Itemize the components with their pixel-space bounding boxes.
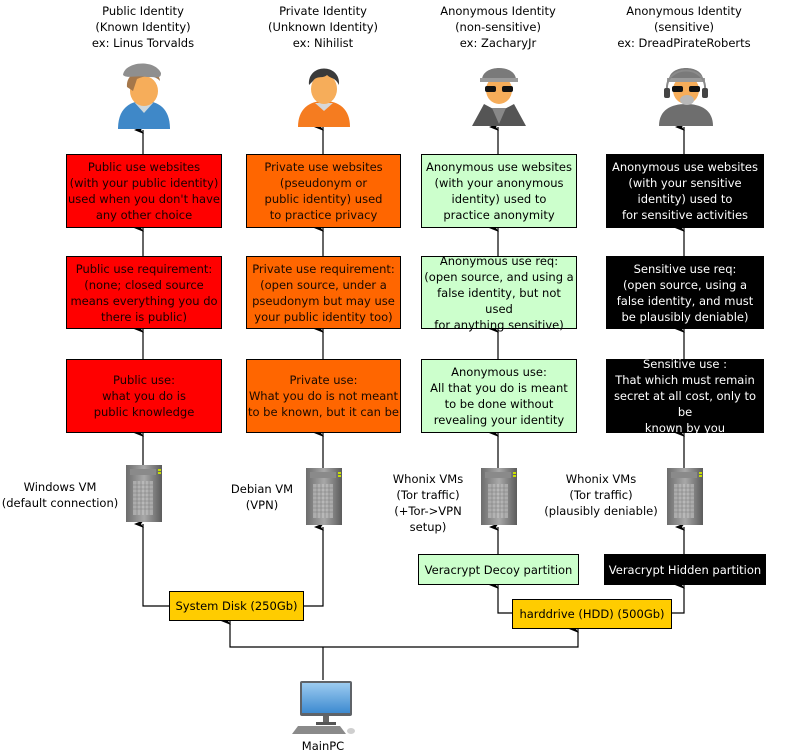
arrow-pc-to-systemdisk: [221, 617, 323, 648]
server-icon-whonix-2: [667, 468, 703, 525]
spy-headset-icon: [659, 68, 713, 126]
user-cap-blue-hoodie-icon: [118, 63, 170, 129]
box-sensitive-websites: Anonymous use websites (with your sensit…: [606, 154, 764, 228]
arrow-pc-to-hdd: [323, 625, 579, 648]
identity-title-private: Private Identity (Unknown Identity) ex: …: [267, 4, 379, 50]
box-public-use: Public use: what you do is public knowle…: [66, 359, 222, 433]
box-harddrive-hdd: harddrive (HDD) (500Gb): [512, 599, 672, 629]
box-sensitive-requirement: Sensitive use req: (open source, using a…: [606, 256, 764, 329]
box-veracrypt-hidden-partition: Veracrypt Hidden partition: [604, 554, 766, 585]
box-private-websites: Private use websites (pseudonym or publi…: [246, 154, 401, 228]
identity-title-public: Public Identity (Known Identity) ex: Lin…: [91, 4, 195, 50]
box-private-requirement: Private use requirement: (open source, u…: [246, 256, 401, 329]
vm-label-windows: Windows VM (default connection): [1, 480, 119, 510]
box-system-disk: System Disk (250Gb): [169, 591, 304, 621]
vm-label-debian: Debian VM (VPN): [230, 482, 294, 512]
box-sensitive-use: Sensitive use : That which must remain s…: [606, 357, 764, 435]
box-public-requirement: Public use requirement: (none; closed so…: [66, 256, 222, 329]
vm-label-whonix-2: Whonix VMs (Tor traffic) (plausibly deni…: [544, 472, 658, 518]
box-private-use: Private use: What you do is not meant to…: [246, 359, 401, 433]
desktop-computer-icon: [292, 681, 355, 734]
server-icon-windows-vm: [126, 465, 162, 522]
server-icon-debian-vm: [306, 468, 342, 525]
identity-title-sensitive: Anonymous Identity (sensitive) ex: Dread…: [617, 4, 751, 50]
arrow-systemdisk-to-vm-2: [304, 523, 324, 607]
server-icon-whonix-1: [481, 468, 517, 525]
box-anonymous-use: Anonymous use: All that you do is meant …: [421, 359, 577, 433]
user-orange-hoodie-icon: [298, 68, 350, 127]
arrow-hdd-to-decoy: [489, 581, 512, 614]
box-veracrypt-decoy-partition: Veracrypt Decoy partition: [418, 554, 579, 585]
spy-trenchcoat-icon: [472, 68, 526, 126]
box-public-websites: Public use websites (with your public id…: [66, 154, 222, 228]
arrow-systemdisk-to-vm-1: [134, 520, 169, 607]
box-anonymous-websites: Anonymous use websites (with your anonym…: [421, 154, 577, 228]
mainpc-label: MainPC: [301, 739, 345, 753]
box-anonymous-requirement: Anonymous use req: (open source, and usi…: [421, 254, 577, 332]
identity-title-anonymous: Anonymous Identity (non-sensitive) ex: Z…: [440, 4, 556, 50]
vm-label-whonix-1: Whonix VMs (Tor traffic) (+Tor->VPN setu…: [392, 472, 464, 534]
arrow-hdd-to-hidden: [672, 581, 685, 614]
